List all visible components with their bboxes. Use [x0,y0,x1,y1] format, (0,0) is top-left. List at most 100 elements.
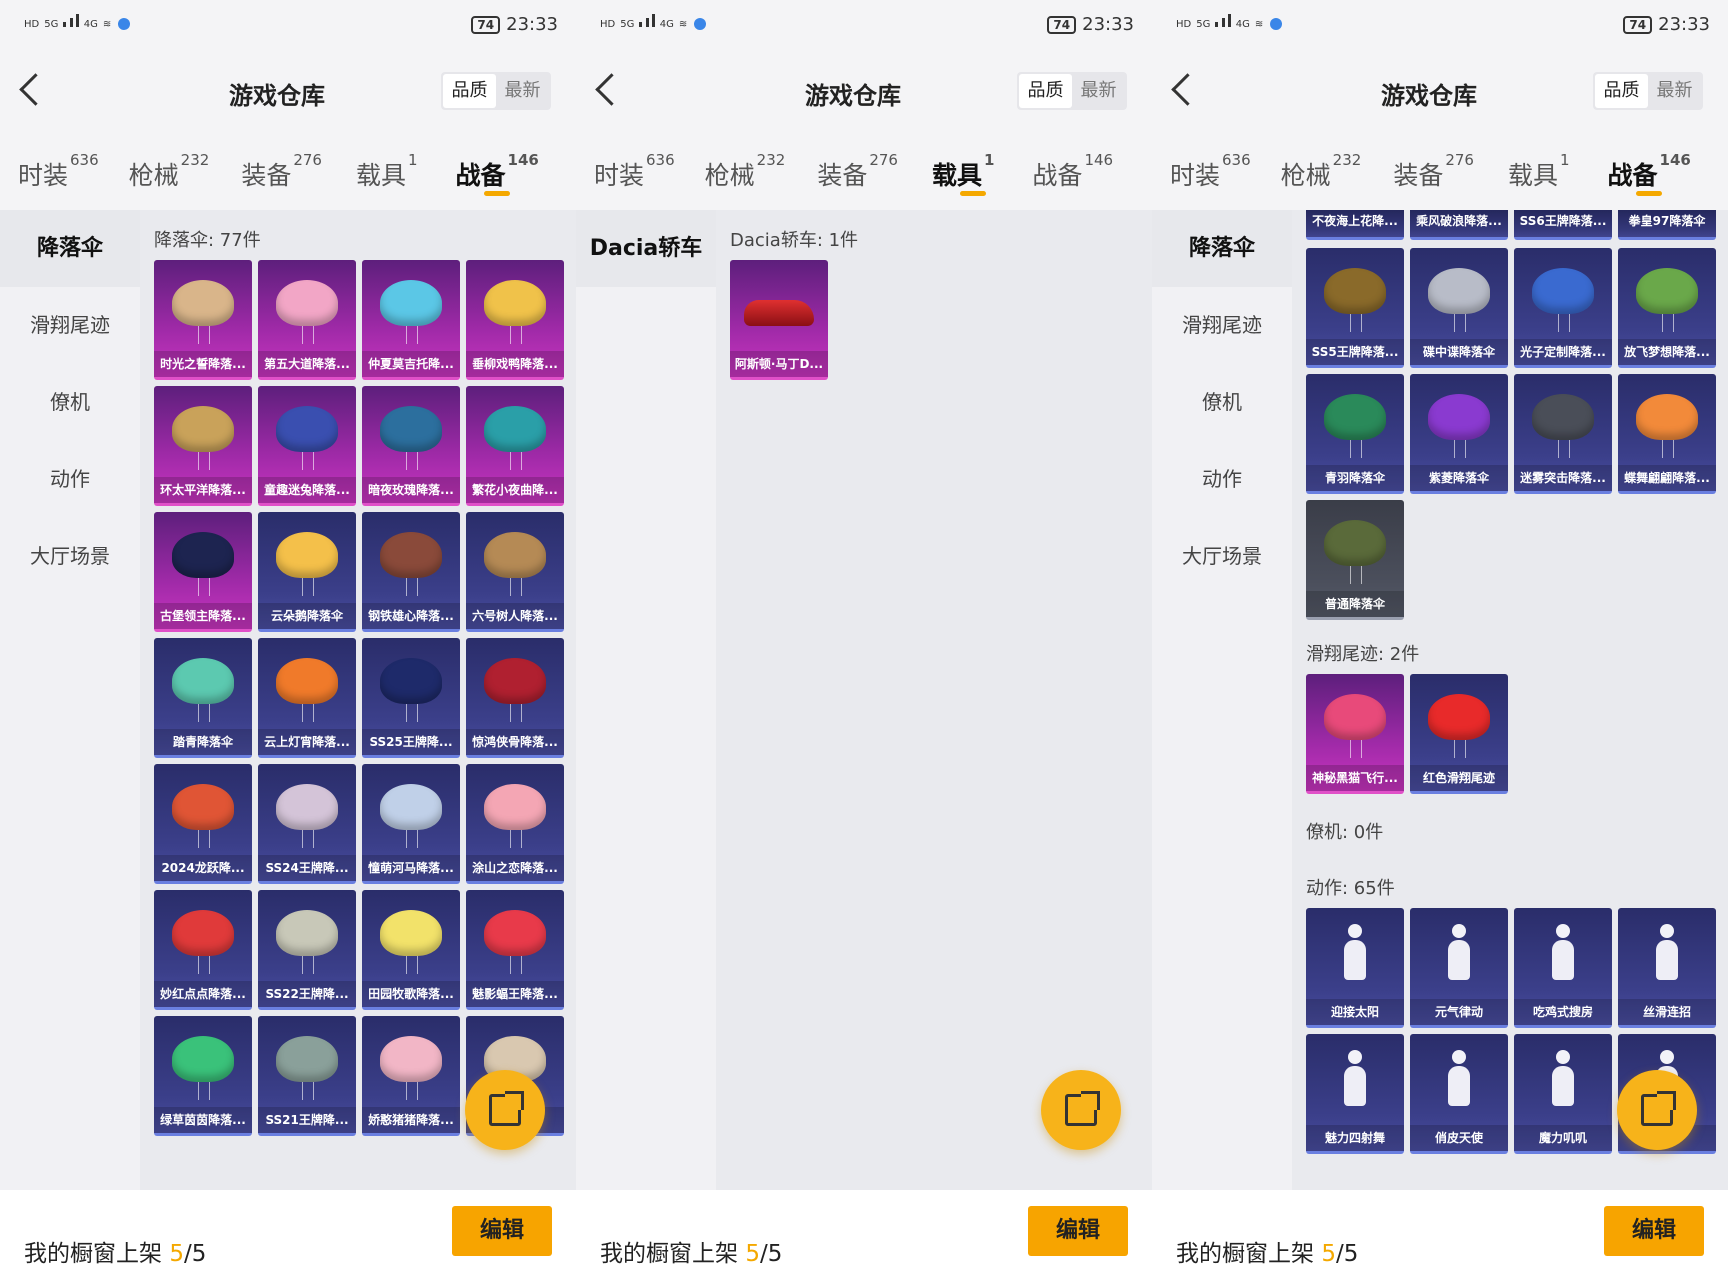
parachute-item[interactable]: 魅影蝠王降落... [466,890,564,1010]
sort-newest-button[interactable]: 最新 [496,74,549,108]
parachute-item[interactable]: 拳皇97降落伞 [1618,210,1716,240]
parachute-item[interactable]: 垂柳戏鸭降落... [466,260,564,380]
parachute-item[interactable]: 云朵鹅降落伞 [258,512,356,632]
clock: 23:33 [506,14,558,35]
edit-button[interactable]: 编辑 [1604,1206,1704,1256]
sidebar-item-glide-trail[interactable]: 滑翔尾迹 [0,287,140,364]
sidebar: 降落伞 滑翔尾迹 僚机 动作 大厅场景 [1152,210,1292,1190]
share-fab-button[interactable] [465,1070,545,1150]
emote-item[interactable]: 丝滑连招 [1618,908,1716,1028]
tab-equipment[interactable]: 装备276 [817,140,898,210]
tab-fashion[interactable]: 时装636 [18,140,99,210]
parachute-item[interactable]: 放飞梦想降落... [1618,248,1716,368]
back-arrow-icon[interactable] [18,72,46,108]
edit-button[interactable]: 编辑 [1028,1206,1128,1256]
tab-fashion[interactable]: 时装636 [594,140,675,210]
edit-button[interactable]: 编辑 [452,1206,552,1256]
emote-item[interactable]: 俏皮天使 [1410,1034,1508,1154]
parachute-item[interactable]: 繁花小夜曲降... [466,386,564,506]
sidebar-item-dacia[interactable]: Dacia轿车 [576,210,716,287]
parachute-item[interactable]: SS25王牌降... [362,638,460,758]
vehicle-item[interactable]: 阿斯顿·马丁D... [730,260,828,380]
parachute-item[interactable]: 童趣迷兔降落... [258,386,356,506]
sidebar-item-emote[interactable]: 动作 [1152,441,1292,518]
tab-firearms[interactable]: 枪械232 [1281,140,1362,210]
parachute-item[interactable]: SS21王牌降... [258,1016,356,1136]
share-fab-button[interactable] [1041,1070,1121,1150]
tab-vehicles[interactable]: 载具1 [932,140,994,210]
sidebar-item-parachute[interactable]: 降落伞 [0,210,140,287]
parachute-item[interactable]: SS24王牌降... [258,764,356,884]
sort-newest-button[interactable]: 最新 [1648,74,1701,108]
parachute-item[interactable]: SS5王牌降落... [1306,248,1404,368]
sidebar-item-glide-trail[interactable]: 滑翔尾迹 [1152,287,1292,364]
sidebar-item-lobby-scene[interactable]: 大厅场景 [1152,518,1292,595]
parachute-item[interactable]: 2024龙跃降... [154,764,252,884]
parachute-icon [380,1036,442,1100]
header: 游戏仓库 品质 最新 [576,50,1152,130]
parachute-item[interactable]: 云上灯宵降落... [258,638,356,758]
share-fab-button[interactable] [1617,1070,1697,1150]
sort-quality-button[interactable]: 品质 [443,74,496,108]
tab-equipment[interactable]: 装备276 [1393,140,1474,210]
emote-figure-icon [1338,1050,1372,1110]
parachute-item[interactable]: 紫菱降落伞 [1410,374,1508,494]
sidebar-item-parachute[interactable]: 降落伞 [1152,210,1292,287]
clock: 23:33 [1658,14,1710,35]
tab-gear[interactable]: 战备146 [1608,140,1691,210]
parachute-item[interactable]: 田园牧歌降落... [362,890,460,1010]
wifi-icon: ≋ [678,19,688,30]
back-arrow-icon[interactable] [594,72,622,108]
parachute-item[interactable]: 时光之誓降落... [154,260,252,380]
sidebar-item-lobby-scene[interactable]: 大厅场景 [0,518,140,595]
emote-item[interactable]: 元气律动 [1410,908,1508,1028]
tab-vehicles[interactable]: 载具1 [356,140,418,210]
parachute-item[interactable]: 古堡领主降落... [154,512,252,632]
parachute-item[interactable]: 第五大道降落... [258,260,356,380]
sort-quality-button[interactable]: 品质 [1019,74,1072,108]
parachute-item[interactable]: 不夜海上花降... [1306,210,1404,240]
tab-vehicles[interactable]: 载具1 [1508,140,1570,210]
parachute-item[interactable]: 青羽降落伞 [1306,374,1404,494]
sidebar-item-wingman[interactable]: 僚机 [1152,364,1292,441]
tab-equipment[interactable]: 装备276 [241,140,322,210]
tab-fashion[interactable]: 时装636 [1170,140,1251,210]
tab-firearms[interactable]: 枪械232 [705,140,786,210]
emote-item[interactable]: 吃鸡式搜房 [1514,908,1612,1028]
parachute-item[interactable]: 钢铁雄心降落... [362,512,460,632]
parachute-item[interactable]: SS22王牌降... [258,890,356,1010]
emote-item[interactable]: 魔力叽叽 [1514,1034,1612,1154]
parachute-item[interactable]: 绿草茵茵降落... [154,1016,252,1136]
sidebar: 降落伞 滑翔尾迹 僚机 动作 大厅场景 [0,210,140,1190]
sidebar-item-emote[interactable]: 动作 [0,441,140,518]
tab-gear[interactable]: 战备146 [456,140,539,210]
sort-quality-button[interactable]: 品质 [1595,74,1648,108]
parachute-item[interactable]: 踏青降落伞 [154,638,252,758]
back-arrow-icon[interactable] [1170,72,1198,108]
parachute-item[interactable]: 惊鸿侠骨降落... [466,638,564,758]
sidebar-item-wingman[interactable]: 僚机 [0,364,140,441]
parachute-item[interactable]: 娇憨猪猪降落... [362,1016,460,1136]
parachute-item[interactable]: 憧萌河马降落... [362,764,460,884]
tab-gear[interactable]: 战备146 [1032,140,1113,210]
emote-item[interactable]: 魅力四射舞 [1306,1034,1404,1154]
parachute-item[interactable]: 妙红点点降落... [154,890,252,1010]
parachute-item[interactable]: 普通降落伞 [1306,500,1404,620]
parachute-item[interactable]: 蝶舞翩翩降落... [1618,374,1716,494]
parachute-item[interactable]: 环太平洋降落... [154,386,252,506]
parachute-item[interactable]: 六号树人降落... [466,512,564,632]
parachute-item[interactable]: 碟中谍降落伞 [1410,248,1508,368]
tab-firearms[interactable]: 枪械232 [129,140,210,210]
parachute-item[interactable]: 光子定制降落... [1514,248,1612,368]
trail-item[interactable]: 神秘黑猫飞行... [1306,674,1404,794]
parachute-item[interactable]: 仲夏莫吉托降... [362,260,460,380]
screens: HD 5G 4G ≋ 74 23:33 游戏仓库 品质 最新 时装636 枪械2… [0,0,1728,1280]
parachute-item[interactable]: 涂山之恋降落... [466,764,564,884]
parachute-item[interactable]: SS6王牌降落... [1514,210,1612,240]
sort-newest-button[interactable]: 最新 [1072,74,1125,108]
emote-item[interactable]: 迎接太阳 [1306,908,1404,1028]
parachute-item[interactable]: 乘风破浪降落... [1410,210,1508,240]
parachute-item[interactable]: 迷雾突击降落... [1514,374,1612,494]
parachute-item[interactable]: 暗夜玫瑰降落... [362,386,460,506]
trail-item[interactable]: 红色滑翔尾迹 [1410,674,1508,794]
